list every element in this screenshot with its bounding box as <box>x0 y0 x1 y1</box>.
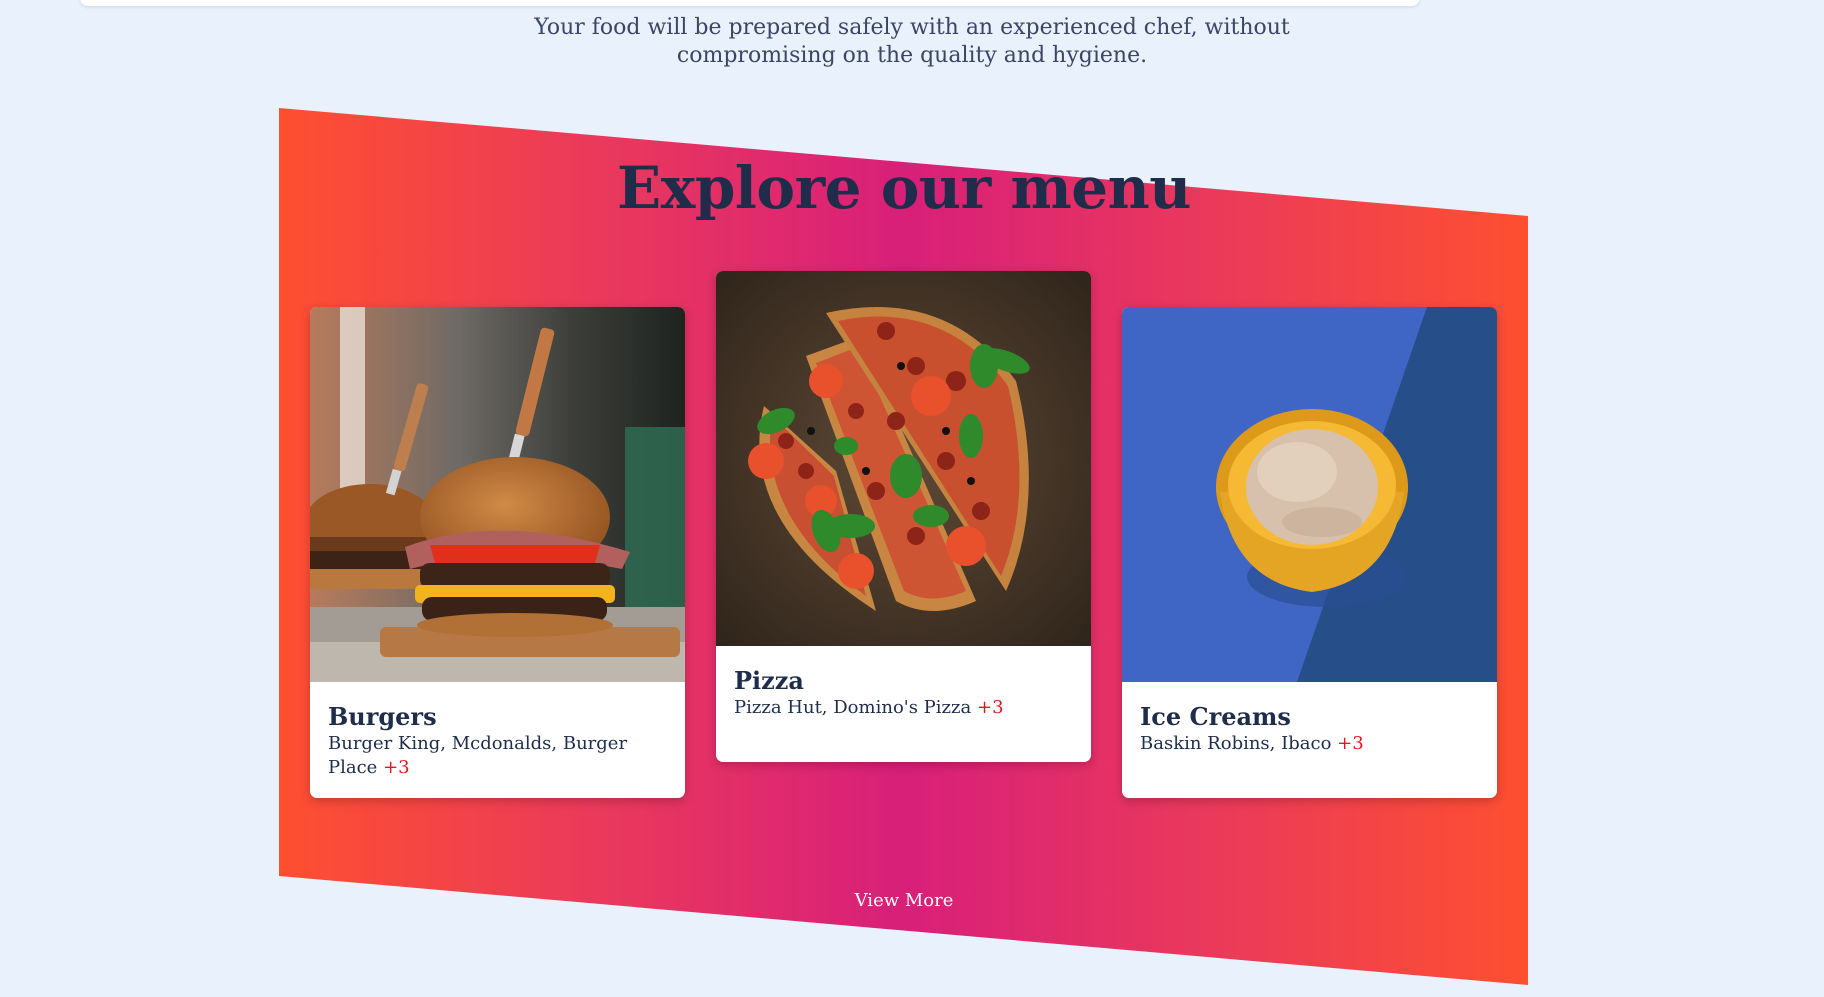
card-spacer <box>1140 756 1479 780</box>
header-bar-edge <box>80 0 1420 6</box>
burger-photo-icon <box>310 307 685 682</box>
burger-image <box>310 307 685 682</box>
restaurant-list: Burger King, Mcdonalds, Burger Place <box>328 733 628 778</box>
card-body: Burgers Burger King, Mcdonalds, Burger P… <box>310 682 685 798</box>
card-title: Burgers <box>328 702 437 731</box>
card-restaurants: Burger King, Mcdonalds, Burger Place +3 <box>328 732 667 780</box>
ice-cream-photo-icon <box>1122 307 1497 682</box>
more-count[interactable]: +3 <box>383 757 410 778</box>
view-more-link[interactable]: View More <box>0 890 1808 911</box>
pizza-image <box>716 271 1091 646</box>
menu-card-ice-creams[interactable]: Ice Creams Baskin Robins, Ibaco +3 <box>1122 307 1497 798</box>
pizza-photo-icon <box>716 271 1091 646</box>
intro-text: Your food will be prepared safely with a… <box>0 14 1824 70</box>
more-count[interactable]: +3 <box>977 697 1004 718</box>
card-title: Ice Creams <box>1140 702 1291 731</box>
intro-line-2: compromising on the quality and hygiene. <box>676 43 1148 68</box>
card-restaurants: Pizza Hut, Domino's Pizza +3 <box>734 696 1073 720</box>
ice-cream-image <box>1122 307 1497 682</box>
menu-card-pizza[interactable]: Pizza Pizza Hut, Domino's Pizza +3 <box>716 271 1091 762</box>
intro-line-1: Your food will be prepared safely with a… <box>534 15 1290 40</box>
menu-card-burgers[interactable]: Burgers Burger King, Mcdonalds, Burger P… <box>310 307 685 798</box>
card-title: Pizza <box>734 666 804 695</box>
more-count[interactable]: +3 <box>1337 733 1364 754</box>
card-restaurants: Baskin Robins, Ibaco +3 <box>1140 732 1479 756</box>
restaurant-list: Baskin Robins, Ibaco <box>1140 733 1332 754</box>
card-spacer <box>734 720 1073 744</box>
menu-heading: Explore our menu <box>617 154 1191 222</box>
restaurant-list: Pizza Hut, Domino's Pizza <box>734 697 972 718</box>
card-body: Ice Creams Baskin Robins, Ibaco +3 <box>1122 682 1497 798</box>
card-body: Pizza Pizza Hut, Domino's Pizza +3 <box>716 646 1091 762</box>
